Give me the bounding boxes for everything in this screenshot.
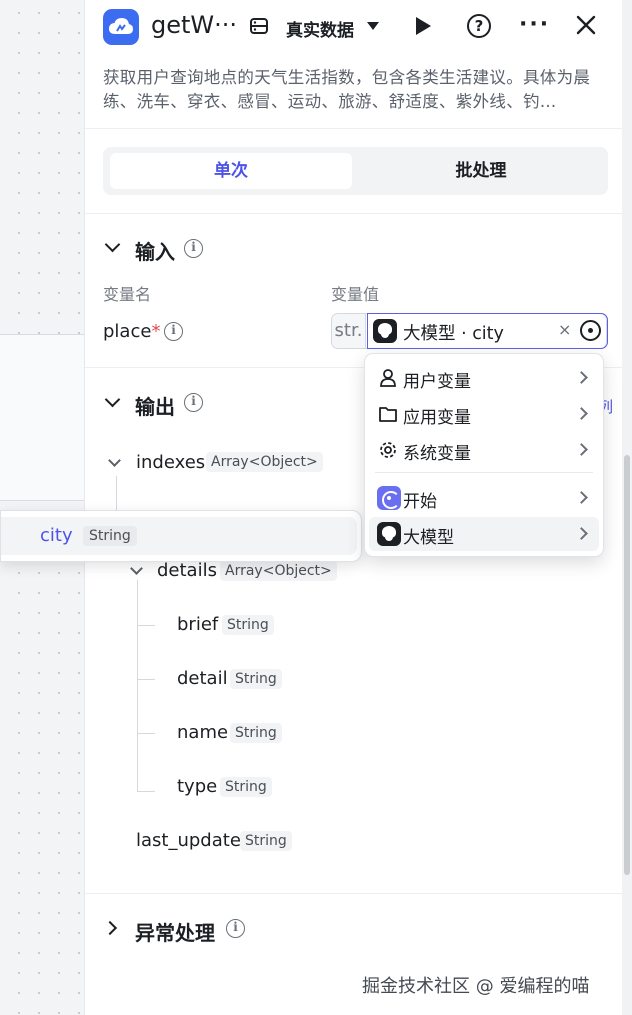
variable-picker-icon[interactable]: [580, 320, 601, 341]
type-badge: String: [230, 723, 282, 743]
menu-item-label: 开始: [403, 492, 437, 512]
field-brief[interactable]: brief: [177, 614, 218, 635]
type-badge: String: [220, 777, 272, 797]
type-badge: String: [83, 526, 137, 546]
divider: [85, 893, 625, 894]
drag-preview-city[interactable]: city String: [0, 510, 362, 562]
llm-node-icon: [373, 319, 397, 343]
menu-item-system-vars[interactable]: 系统变量: [369, 433, 599, 467]
field-name[interactable]: name: [177, 722, 228, 743]
menu-item-llm-node[interactable]: 大模型: [369, 517, 599, 551]
field-indexes[interactable]: indexes: [136, 452, 205, 473]
canvas-node-body: [0, 335, 84, 500]
menu-item-label: 大模型: [403, 528, 454, 548]
type-badge: String: [222, 615, 274, 635]
tab-batch[interactable]: 批处理: [361, 153, 601, 189]
chevron-right-icon: [575, 527, 588, 540]
close-icon[interactable]: [574, 13, 598, 37]
tree-connector: [137, 580, 138, 792]
field-details[interactable]: details: [157, 560, 217, 581]
type-badge: String: [230, 669, 282, 689]
menu-item-app-vars[interactable]: 应用变量: [369, 397, 599, 431]
llm-node-icon: [377, 522, 401, 546]
data-mode-select[interactable]: 真实数据: [286, 16, 354, 41]
column-label-name: 变量名: [103, 285, 152, 304]
folder-icon: [379, 407, 397, 422]
mode-tabs: 单次 批处理: [103, 147, 608, 195]
user-icon: [380, 369, 396, 387]
info-icon[interactable]: i: [184, 393, 203, 412]
type-prefix[interactable]: str.: [332, 314, 366, 348]
watermark: 掘金技术社区 @ 爱编程的喵: [362, 976, 590, 997]
exception-section-title[interactable]: 异常处理: [135, 917, 215, 946]
info-icon[interactable]: i: [226, 919, 245, 938]
menu-item-label: 应用变量: [403, 408, 471, 428]
tree-connector: [137, 791, 155, 792]
canvas-node-border: [0, 334, 84, 335]
help-icon[interactable]: ?: [467, 14, 491, 38]
menu-item-user-vars[interactable]: 用户变量: [369, 361, 599, 395]
run-play-icon[interactable]: [416, 17, 431, 35]
tree-connector: [137, 733, 155, 734]
output-section-title: 输出: [135, 395, 175, 419]
input-section-title: 输入: [135, 240, 175, 264]
menu-item-label: 系统变量: [403, 444, 471, 464]
scrollbar-thumb[interactable]: [624, 455, 630, 875]
divider: [85, 213, 625, 214]
menu-item-start-node[interactable]: 开始: [369, 481, 599, 515]
expand-indexes-icon[interactable]: [108, 454, 121, 467]
tree-connector: [137, 625, 155, 626]
column-label-value: 变量值: [331, 285, 380, 304]
type-badge: Array<Object>: [220, 561, 337, 581]
chevron-right-icon: [575, 371, 588, 384]
collapse-output-icon[interactable]: [104, 391, 121, 408]
field-city: city: [40, 525, 73, 546]
field-detail[interactable]: detail: [177, 668, 228, 689]
expand-details-icon[interactable]: [130, 562, 143, 575]
more-icon[interactable]: ···: [519, 12, 550, 37]
tree-connector: [137, 679, 155, 680]
gear-icon: [380, 442, 396, 458]
start-node-icon: [377, 486, 401, 510]
type-badge: String: [240, 831, 292, 851]
expand-exception-icon[interactable]: [102, 920, 118, 936]
variable-value-field[interactable]: str. 大模型 · city ×: [331, 313, 608, 349]
required-mark: *: [151, 321, 161, 342]
info-icon[interactable]: i: [164, 322, 183, 341]
canvas-node-border: [0, 500, 84, 501]
field-last-update[interactable]: last_update: [136, 830, 241, 851]
menu-item-label: 用户变量: [403, 372, 471, 392]
variable-reference-label: 大模型 · city: [403, 324, 504, 344]
divider: [85, 128, 625, 129]
chevron-right-icon: [575, 443, 588, 456]
chevron-right-icon: [575, 407, 588, 420]
tab-single[interactable]: 单次: [110, 153, 352, 189]
database-icon[interactable]: [249, 16, 269, 36]
variable-reference[interactable]: 大模型 · city ×: [367, 313, 608, 349]
collapse-input-icon[interactable]: [104, 236, 121, 253]
node-title[interactable]: getW···: [151, 11, 237, 39]
plugin-cloud-icon: [103, 9, 139, 45]
menu-divider: [375, 472, 593, 473]
node-description: 获取用户查询地点的天气生活指数，包含各类生活建议。具体为晨练、洗车、穿衣、感冒、…: [103, 68, 591, 111]
param-name-place: place*: [103, 321, 161, 342]
field-type[interactable]: type: [177, 776, 217, 797]
info-icon[interactable]: i: [184, 239, 203, 258]
chevron-right-icon: [575, 491, 588, 504]
type-badge: Array<Object>: [206, 452, 323, 472]
chevron-down-icon[interactable]: [367, 22, 379, 30]
clear-icon[interactable]: ×: [558, 320, 571, 339]
variable-source-menu: 用户变量 应用变量 系统变量 开始 大模型: [364, 353, 604, 557]
